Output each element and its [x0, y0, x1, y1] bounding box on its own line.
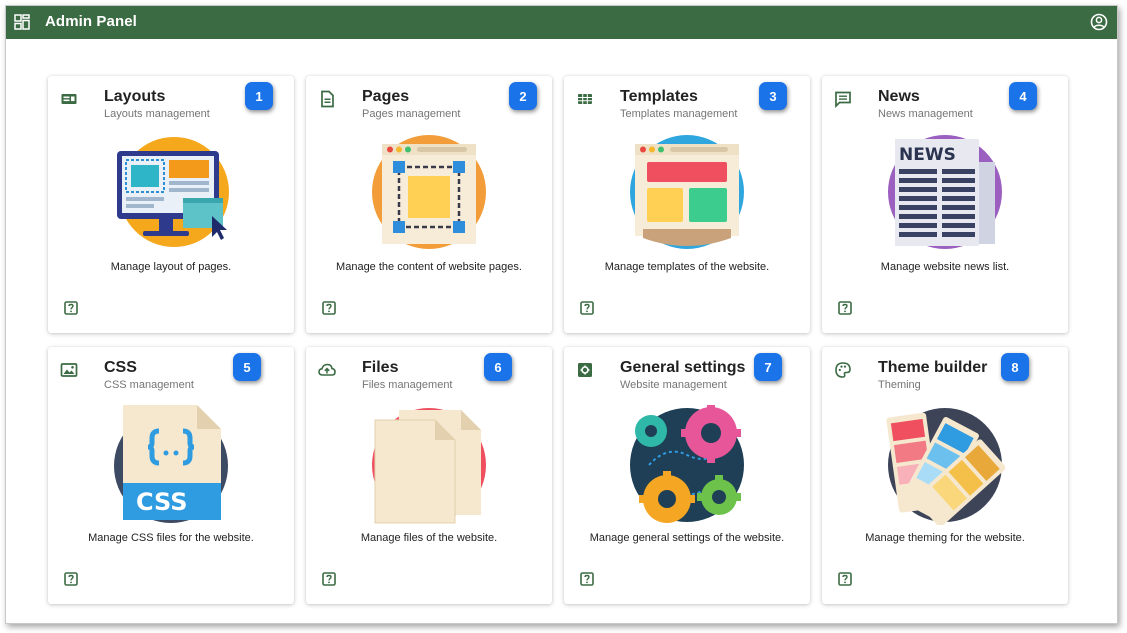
- card-description: Manage the content of website pages.: [336, 261, 522, 273]
- step-badge: 1: [245, 82, 273, 110]
- news-label: NEWS: [899, 145, 956, 165]
- card-subtitle: CSS management: [104, 379, 194, 391]
- card-templates[interactable]: Templates Templates management 3 Manage …: [564, 76, 810, 333]
- page-editor-illustration: [372, 135, 486, 249]
- page-icon: [321, 90, 334, 108]
- newspaper-illustration: NEWS: [888, 135, 1002, 249]
- card-subtitle: Templates management: [620, 108, 738, 120]
- help-icon[interactable]: [580, 301, 594, 315]
- card-title: Layouts: [104, 88, 166, 105]
- card-description: Manage theming for the website.: [865, 532, 1025, 544]
- help-icon[interactable]: [64, 301, 78, 315]
- step-badge: 4: [1009, 82, 1037, 110]
- card-title: Files: [362, 359, 399, 376]
- admin-window: Admin Panel Layouts Layouts management 1: [5, 5, 1118, 624]
- card-subtitle: Layouts management: [104, 108, 210, 120]
- grid-icon: [578, 94, 592, 104]
- card-description: Manage files of the website.: [360, 532, 498, 544]
- color-swatch-illustration: [886, 408, 1005, 525]
- help-icon[interactable]: [322, 572, 336, 586]
- card-title: Templates: [620, 88, 698, 105]
- card-subtitle: Theming: [878, 379, 921, 391]
- help-icon[interactable]: [64, 572, 78, 586]
- card-title: News: [878, 88, 920, 105]
- card-pages[interactable]: Pages Pages management 2 Manage the cont…: [306, 76, 552, 333]
- palette-icon: [835, 362, 851, 378]
- step-badge: 2: [509, 82, 537, 110]
- top-app-bar: Admin Panel: [6, 6, 1117, 39]
- account-circle-icon[interactable]: [1090, 13, 1108, 31]
- step-badge: 3: [759, 82, 787, 110]
- card-title: General settings: [620, 359, 746, 376]
- card-description: Manage CSS files for the website.: [88, 532, 254, 544]
- card-layouts[interactable]: Layouts Layouts management 1 Manage layo…: [48, 76, 294, 333]
- card-subtitle: Pages management: [362, 108, 461, 120]
- step-badge: 6: [484, 353, 512, 381]
- css-file-illustration: CSS: [114, 405, 228, 523]
- image-icon: [60, 363, 78, 377]
- help-icon[interactable]: [838, 301, 852, 315]
- step-badge: 8: [1001, 353, 1029, 381]
- card-subtitle: News management: [878, 108, 973, 120]
- app-title: Admin Panel: [45, 13, 137, 30]
- card-title: Pages: [362, 88, 410, 105]
- gears-illustration: [630, 405, 744, 523]
- card-description: Manage general settings of the website.: [589, 532, 785, 544]
- css-label: CSS: [136, 488, 188, 516]
- card-subtitle: Website management: [620, 379, 727, 391]
- help-icon[interactable]: [322, 301, 336, 315]
- cloud-upload-icon: [318, 363, 336, 376]
- card-description: Manage website news list.: [880, 261, 1010, 273]
- card-description: Manage templates of the website.: [604, 261, 770, 273]
- card-title: Theme builder: [878, 359, 988, 376]
- card-css[interactable]: CSS CSS management 5 CSS Manage CSS file…: [48, 347, 294, 604]
- card-description: Manage layout of pages.: [110, 261, 232, 273]
- card-theme-builder[interactable]: Theme builder Theming 8 Manage theming f…: [822, 347, 1068, 604]
- files-illustration: [372, 408, 486, 524]
- module-card-grid: Layouts Layouts management 1 Manage layo…: [48, 76, 1068, 604]
- card-general-settings[interactable]: General settings Website management 7 Ma…: [564, 347, 810, 604]
- dashboard-grid-icon[interactable]: [14, 14, 30, 30]
- card-subtitle: Files management: [362, 379, 453, 391]
- template-illustration: [630, 135, 744, 249]
- help-icon[interactable]: [580, 572, 594, 586]
- help-icon[interactable]: [838, 572, 852, 586]
- news-icon: [835, 91, 851, 108]
- step-badge: 5: [233, 353, 261, 381]
- card-news[interactable]: News News management 4 NEWS Manage websi…: [822, 76, 1068, 333]
- layout-monitor-illustration: [117, 137, 229, 247]
- layout-icon: [61, 94, 77, 104]
- step-badge: 7: [754, 353, 782, 381]
- card-title: CSS: [104, 359, 137, 376]
- card-files[interactable]: Files Files management 6 Manage files of…: [306, 347, 552, 604]
- settings-icon: [578, 363, 592, 377]
